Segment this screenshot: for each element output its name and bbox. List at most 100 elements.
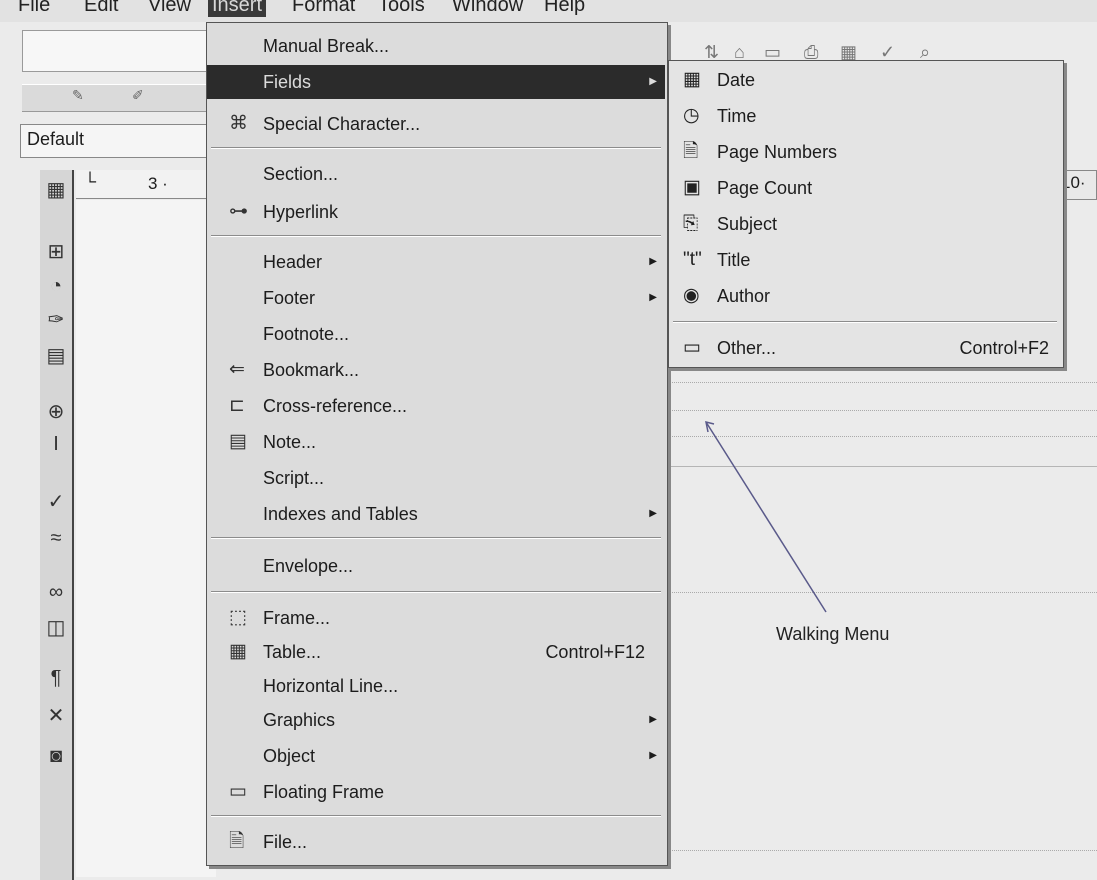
main-toolbar-vertical: ▦ ⊞ ◔ ✑ ▤ ⊕ I ✓ ≈ ∞ ◫ ¶ ✕ ◙	[40, 170, 74, 880]
insert-object-icon[interactable]: ⊞	[44, 240, 68, 264]
menu-item-cross-reference[interactable]: ⊏ Cross-reference...	[207, 389, 665, 423]
menu-item-manual-break[interactable]: Manual Break...	[207, 29, 665, 63]
menu-help[interactable]: Help	[540, 0, 589, 17]
menu-item-graphics[interactable]: Graphics ▶	[207, 703, 665, 737]
draw-icon[interactable]: ✑	[44, 308, 68, 332]
submenu-arrow-icon: ▶	[649, 750, 657, 761]
bookmark-icon: ⇐	[229, 359, 245, 380]
table-icon: ▦	[229, 641, 247, 662]
clock-icon: ◷	[683, 105, 700, 126]
paragraph-style-combo[interactable]: Default	[20, 124, 210, 158]
other-field-icon: ▭	[683, 337, 701, 358]
shortcut-text: Control+F12	[545, 642, 645, 662]
menu-item-footer[interactable]: Footer ▶	[207, 281, 665, 315]
page-count-icon: ▣	[683, 177, 701, 198]
binoculars-icon[interactable]: ∞	[44, 580, 68, 604]
title-icon: "t"	[683, 249, 702, 270]
menu-item-section[interactable]: Section...	[207, 157, 665, 191]
chart-icon[interactable]: ◔	[44, 274, 68, 298]
menu-item-horizontal-line[interactable]: Horizontal Line...	[207, 669, 665, 703]
menu-item-indexes-and-tables[interactable]: Indexes and Tables ▶	[207, 497, 665, 531]
menu-view[interactable]: View	[144, 0, 195, 17]
menu-format[interactable]: Format	[288, 0, 359, 17]
navigator-icon[interactable]: ◫	[44, 616, 68, 640]
menu-item-header[interactable]: Header ▶	[207, 245, 665, 279]
cross-reference-icon: ⊏	[229, 395, 245, 416]
field-item-time[interactable]: ◷ Time	[669, 99, 1061, 133]
page-border-line	[668, 466, 1097, 467]
callout-label: Walking Menu	[776, 624, 890, 644]
field-item-other[interactable]: ▭ Other... Control+F2	[669, 331, 1061, 365]
menu-item-footnote[interactable]: Footnote...	[207, 317, 665, 351]
url-input[interactable]	[22, 30, 210, 72]
menu-separator	[673, 321, 1057, 323]
menu-item-note[interactable]: ▤ Note...	[207, 425, 665, 459]
ruler-mark: 3 ·	[148, 174, 168, 193]
floating-frame-icon: ▭	[229, 781, 247, 802]
field-item-author[interactable]: ◉ Author	[669, 279, 1061, 313]
menu-item-special-character[interactable]: ⌘ Special Character...	[207, 107, 665, 141]
brush-icon[interactable]: ✐	[132, 87, 144, 104]
menu-separator	[211, 537, 661, 539]
field-item-page-count[interactable]: ▣ Page Count	[669, 171, 1061, 205]
text-line	[668, 592, 1097, 593]
text-line	[668, 382, 1097, 383]
field-icon[interactable]: ⊕	[44, 400, 68, 424]
field-item-page-numbers[interactable]: 🗎 Page Numbers	[669, 135, 1061, 169]
graphics-off-icon[interactable]: ✕	[44, 704, 68, 728]
subject-icon: ⎘	[683, 213, 699, 234]
menu-item-bookmark[interactable]: ⇐ Bookmark...	[207, 353, 665, 387]
menu-insert[interactable]: Insert	[208, 0, 267, 17]
text-line	[668, 436, 1097, 437]
page-number-icon: 🗎	[683, 141, 699, 162]
menu-tools[interactable]: Tools	[374, 0, 429, 17]
menu-item-envelope[interactable]: Envelope...	[207, 549, 665, 583]
field-item-date[interactable]: ▦ Date	[669, 63, 1061, 97]
file-icon: 🗎	[229, 831, 245, 852]
menu-item-hyperlink[interactable]: ⊶ Hyperlink	[207, 195, 665, 229]
submenu-arrow-icon: ▶	[649, 292, 657, 303]
tab-stop-icon[interactable]: └	[84, 172, 96, 192]
menu-separator	[211, 235, 661, 237]
web-layout-icon[interactable]: ◙	[44, 744, 68, 768]
edit-icon[interactable]: ✎	[72, 87, 84, 104]
menu-bar: File Edit View Insert Format Tools Windo…	[0, 0, 1097, 22]
function-toolbar: ✎ ✐	[22, 84, 208, 112]
horizontal-ruler[interactable]: └ 3 ·	[76, 170, 212, 199]
fields-submenu: ▦ Date ◷ Time 🗎 Page Numbers ▣ Page Coun…	[668, 60, 1064, 368]
menu-item-file[interactable]: 🗎 File...	[207, 825, 665, 859]
submenu-arrow-icon: ▶	[649, 76, 657, 87]
menu-separator	[211, 147, 661, 149]
menu-item-script[interactable]: Script...	[207, 461, 665, 495]
menu-item-table[interactable]: ▦ Table... Control+F12	[207, 635, 665, 669]
spellcheck-icon[interactable]: ✓	[44, 490, 68, 514]
nonprint-chars-icon[interactable]: ¶	[44, 666, 68, 690]
field-item-title[interactable]: "t" Title	[669, 243, 1061, 277]
menu-item-object[interactable]: Object ▶	[207, 739, 665, 773]
field-item-subject[interactable]: ⎘ Subject	[669, 207, 1061, 241]
submenu-arrow-icon: ▶	[649, 256, 657, 267]
text-line	[668, 850, 1097, 851]
menu-edit[interactable]: Edit	[80, 0, 122, 17]
autospell-icon[interactable]: ≈	[44, 526, 68, 550]
text-cursor-icon[interactable]: I	[44, 432, 68, 456]
submenu-arrow-icon: ▶	[649, 714, 657, 725]
calendar-icon: ▦	[683, 69, 701, 90]
special-character-icon: ⌘	[229, 113, 248, 134]
note-icon: ▤	[229, 431, 247, 452]
form-icon[interactable]: ▤	[44, 344, 68, 368]
menu-item-fields[interactable]: Fields ▶	[207, 65, 665, 99]
submenu-arrow-icon: ▶	[649, 508, 657, 519]
menu-separator	[211, 815, 661, 817]
table-icon[interactable]: ▦	[44, 178, 68, 202]
menu-item-floating-frame[interactable]: ▭ Floating Frame	[207, 775, 665, 809]
document-area[interactable]	[76, 200, 216, 877]
menu-separator	[211, 591, 661, 593]
menu-item-frame[interactable]: ⬚ Frame...	[207, 601, 665, 635]
insert-menu: Manual Break... Fields ▶ ⌘ Special Chara…	[206, 22, 668, 866]
menu-file[interactable]: File	[14, 0, 54, 17]
menu-window[interactable]: Window	[448, 0, 527, 17]
shortcut-text: Control+F2	[959, 338, 1049, 358]
author-icon: ◉	[683, 285, 700, 306]
text-line	[668, 410, 1097, 411]
